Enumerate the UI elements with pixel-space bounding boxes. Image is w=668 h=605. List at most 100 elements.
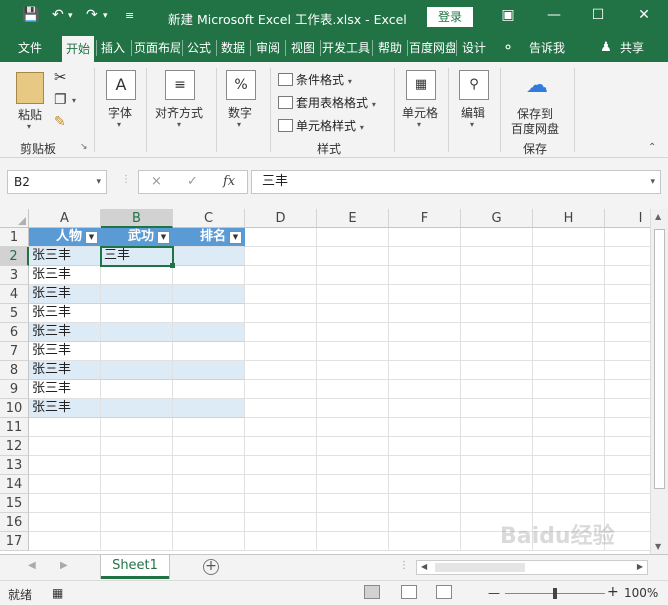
cell-a16[interactable]	[29, 513, 101, 532]
cell-e12[interactable]	[317, 437, 389, 456]
cell-styles-button[interactable]: 单元格样式 ▾	[278, 117, 364, 134]
baidu-save-line2[interactable]: 百度网盘	[511, 120, 559, 137]
row-header-7[interactable]: 7	[0, 342, 29, 361]
zoom-in-icon[interactable]: +	[607, 584, 619, 600]
cell-b13[interactable]	[101, 456, 173, 475]
cell-e3[interactable]	[317, 266, 389, 285]
cell-h14[interactable]	[533, 475, 605, 494]
cell-b16[interactable]	[101, 513, 173, 532]
conditional-formatting-button[interactable]: 条件格式 ▾	[278, 71, 352, 88]
scroll-left-icon[interactable]: ◀	[421, 562, 427, 571]
cell-g8[interactable]	[461, 361, 533, 380]
cell-g10[interactable]	[461, 399, 533, 418]
paste-button-label[interactable]: 粘贴	[18, 106, 42, 123]
row-header-9[interactable]: 9	[0, 380, 29, 399]
row-header-10[interactable]: 10	[0, 399, 29, 418]
save-icon[interactable]: 💾	[22, 7, 39, 23]
alignment-button-label[interactable]: 对齐方式	[155, 104, 203, 121]
cell-c8[interactable]	[173, 361, 245, 380]
formula-input[interactable]: 三丰 ▾	[251, 170, 661, 194]
cell-c10[interactable]	[173, 399, 245, 418]
cell-c6[interactable]	[173, 323, 245, 342]
cell-b14[interactable]	[101, 475, 173, 494]
cell-g15[interactable]	[461, 494, 533, 513]
cell-c14[interactable]	[173, 475, 245, 494]
cell-c15[interactable]	[173, 494, 245, 513]
editing-button-label[interactable]: 编辑	[461, 104, 485, 121]
cell-e14[interactable]	[317, 475, 389, 494]
cell-d7[interactable]	[245, 342, 317, 361]
row-header-15[interactable]: 15	[0, 494, 29, 513]
editing-dropdown-icon[interactable]: ▾	[470, 120, 474, 129]
undo-dropdown-icon[interactable]: ▾	[68, 11, 73, 21]
cell-c3[interactable]	[173, 266, 245, 285]
cell-f14[interactable]	[389, 475, 461, 494]
cell-g3[interactable]	[461, 266, 533, 285]
cell-h3[interactable]	[533, 266, 605, 285]
cell-b5[interactable]	[101, 304, 173, 323]
cell-g12[interactable]	[461, 437, 533, 456]
login-button[interactable]: 登录	[427, 7, 473, 27]
share-button[interactable]: 共享	[615, 34, 649, 62]
cell-b15[interactable]	[101, 494, 173, 513]
close-icon[interactable]: ✕	[634, 7, 654, 23]
cell-d14[interactable]	[245, 475, 317, 494]
collapse-ribbon-icon[interactable]: ⌃	[648, 142, 656, 153]
cell-b7[interactable]	[101, 342, 173, 361]
previous-sheet-icon[interactable]: ◀	[28, 560, 36, 571]
normal-view-icon[interactable]	[364, 585, 380, 599]
worksheet-grid[interactable]: ABCDEFGHI 1 2 3 4 5 6 7 8 9 10 11 12 13 14 15 16 17 人物 ▼ 武…	[0, 209, 668, 554]
font-button-label[interactable]: 字体	[108, 104, 132, 121]
dialog-launcher-icon[interactable]: ↘	[80, 142, 88, 152]
redo-icon[interactable]: ↷	[86, 7, 98, 23]
cell-f12[interactable]	[389, 437, 461, 456]
cell-d9[interactable]	[245, 380, 317, 399]
cell-c12[interactable]	[173, 437, 245, 456]
cell-a6[interactable]: 张三丰	[29, 323, 101, 342]
column-header-e[interactable]: E	[317, 209, 389, 228]
cell-b1[interactable]: 武功 ▼	[101, 228, 173, 247]
select-all-button[interactable]	[0, 209, 29, 228]
row-header-11[interactable]: 11	[0, 418, 29, 437]
cell-h7[interactable]	[533, 342, 605, 361]
cell-d6[interactable]	[245, 323, 317, 342]
cell-d8[interactable]	[245, 361, 317, 380]
cell-e6[interactable]	[317, 323, 389, 342]
cells-icon[interactable]: ▦	[406, 70, 436, 100]
column-header-g[interactable]: G	[461, 209, 533, 228]
column-header-d[interactable]: D	[245, 209, 317, 228]
row-header-13[interactable]: 13	[0, 456, 29, 475]
copy-dropdown-icon[interactable]: ▾	[72, 96, 76, 105]
cell-f2[interactable]	[389, 247, 461, 266]
tab-design[interactable]: 设计	[458, 34, 490, 62]
cell-c17[interactable]	[173, 532, 245, 551]
column-header-h[interactable]: H	[533, 209, 605, 228]
cell-h16[interactable]	[533, 513, 605, 532]
cell-f7[interactable]	[389, 342, 461, 361]
cell-b9[interactable]	[101, 380, 173, 399]
row-header-17[interactable]: 17	[0, 532, 29, 551]
zoom-level[interactable]: 100%	[624, 586, 658, 600]
cell-f16[interactable]	[389, 513, 461, 532]
row-header-3[interactable]: 3	[0, 266, 29, 285]
row-header-16[interactable]: 16	[0, 513, 29, 532]
ribbon-display-icon[interactable]: ▣	[498, 7, 518, 23]
cell-h8[interactable]	[533, 361, 605, 380]
cell-g4[interactable]	[461, 285, 533, 304]
cell-h15[interactable]	[533, 494, 605, 513]
tab-baidu-pan[interactable]: 百度网盘	[409, 34, 455, 62]
maximize-icon[interactable]: ☐	[588, 7, 608, 23]
cell-b3[interactable]	[101, 266, 173, 285]
column-header-b[interactable]: B	[101, 209, 173, 228]
cell-h6[interactable]	[533, 323, 605, 342]
cell-h4[interactable]	[533, 285, 605, 304]
row-header-6[interactable]: 6	[0, 323, 29, 342]
scroll-down-icon[interactable]: ▼	[655, 542, 661, 551]
cell-c5[interactable]	[173, 304, 245, 323]
tell-me-search[interactable]: 告诉我	[524, 34, 570, 62]
cell-d12[interactable]	[245, 437, 317, 456]
number-button-label[interactable]: 数字	[228, 104, 252, 121]
cell-g17[interactable]	[461, 532, 533, 551]
cell-b6[interactable]	[101, 323, 173, 342]
baidu-cloud-icon[interactable]: ☁	[522, 72, 552, 102]
